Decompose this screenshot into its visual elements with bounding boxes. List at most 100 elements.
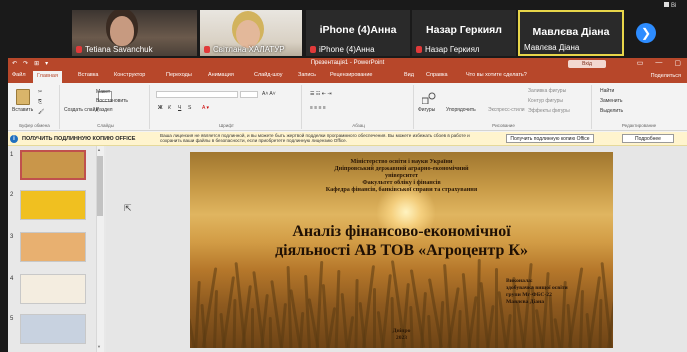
group-font: A˄ A˅ Ж К Ч S A ▾ Шрифт [152, 85, 302, 129]
tab-help[interactable]: Справка [426, 72, 448, 78]
font-name-combobox[interactable] [156, 91, 238, 98]
tab-insert[interactable]: Вставка [78, 72, 98, 78]
participant-display-name: Назар Геркиял [426, 24, 502, 36]
ribbon-home: Вставить ✂ ⎘ 🖌 Буфер обмена Создать слай… [8, 83, 687, 131]
slide-title: Аналіз фінансово-економічної діяльності … [275, 223, 528, 259]
title-bar: ↶ ↷ ⊞ ▾ Презентація1 - PowerPoint Вхід ▭… [8, 58, 687, 70]
group-slides: Создать слайд Макет Восстановить Раздел … [62, 85, 150, 129]
thumbnail-number: 4 [10, 276, 14, 282]
thumbnail-number: 5 [10, 316, 14, 322]
participant-tile-video[interactable]: Tetiana Savanchuk [72, 10, 197, 56]
participant-tile-active-speaker[interactable]: Мавлєва Діана Мавлєва Діана [518, 10, 624, 56]
screen: Tetiana Savanchuk Світлана ХАЛАТУР iPhon… [0, 0, 687, 352]
group-drawing: Фигуры Упорядочить Экспресс-стили Заливк… [416, 85, 592, 129]
shapes-icon[interactable] [421, 91, 436, 105]
replace-button[interactable]: Заменить [600, 98, 622, 104]
copy-icon[interactable]: ⎘ [38, 99, 42, 105]
shapes-button[interactable]: Фигуры [418, 107, 435, 113]
group-label: Редактирование [621, 123, 657, 128]
participant-display-name: Мавлєва Діана [532, 26, 610, 38]
license-warning-bar: i ПОЛУЧИТЬ ПОДЛИННУЮ КОПИЮ OFFICE Ваша л… [8, 132, 687, 146]
tell-me-search[interactable]: Что вы хотите сделать? [466, 72, 527, 78]
sign-in-button[interactable]: Вхід [568, 60, 606, 68]
bold-button[interactable]: Ж [158, 105, 163, 111]
share-button[interactable]: Поделиться [651, 73, 681, 79]
warning-message: Ваша лицензия не является подлинной, и в… [160, 133, 470, 144]
align-icon[interactable]: ≡ ≡ ≡ ≡ [310, 105, 326, 111]
tab-home[interactable]: Главная [33, 71, 62, 83]
group-label: Шрифт [219, 123, 234, 128]
slide-thumbnail[interactable] [20, 190, 86, 220]
participant-name: Світлана ХАЛАТУР [213, 45, 285, 54]
italic-button[interactable]: К [168, 105, 171, 111]
font-size-combobox[interactable] [240, 91, 258, 98]
group-label: Буфер обмена [19, 123, 50, 128]
slide-thumbnail[interactable] [20, 314, 86, 344]
thumbnail-number: 3 [10, 234, 14, 240]
info-icon: i [10, 135, 18, 143]
next-participants-button[interactable]: ❯ [636, 23, 656, 43]
participant-tile[interactable]: iPhone (4)Анна iPhone (4)Анна [306, 10, 410, 56]
paste-icon[interactable] [16, 89, 30, 105]
quick-styles-button[interactable]: Экспресс-стили [488, 107, 525, 113]
format-painter-icon[interactable]: 🖌 [38, 109, 44, 115]
current-slide[interactable]: Міністерство освіти і науки України Дніп… [190, 152, 613, 348]
muted-mic-icon [76, 46, 82, 53]
tab-record[interactable]: Запись [298, 72, 316, 78]
shape-outline-button[interactable]: Контур фигуры [528, 98, 563, 104]
arrange-button[interactable]: Упорядочить [446, 107, 476, 113]
tab-animations[interactable]: Анимация [208, 72, 234, 78]
get-genuine-office-button[interactable]: Получить подлинную копию Office [506, 134, 594, 143]
muted-mic-icon [416, 46, 422, 53]
scrollbar-thumb[interactable] [97, 156, 103, 216]
participant-video [110, 16, 134, 46]
tab-view[interactable]: Вид [404, 72, 414, 78]
warning-title: ПОЛУЧИТЬ ПОДЛИННУЮ КОПИЮ OFFICE [22, 136, 136, 142]
group-editing: Найти Заменить Выделить Редактирование [594, 85, 684, 129]
layout-button[interactable]: Макет [96, 89, 110, 95]
participant-display-name: iPhone (4)Анна [319, 24, 397, 36]
participant-name: Tetiana Savanchuk [85, 45, 153, 54]
section-button[interactable]: Раздел [96, 107, 113, 113]
muted-mic-icon [204, 46, 210, 53]
maximize-icon[interactable]: ▢ [674, 59, 681, 67]
shape-fill-button[interactable]: Заливка фигуры [528, 88, 566, 94]
participant-tile[interactable]: Назар Геркиял Назар Геркиял [412, 10, 516, 56]
slide-thumbnail[interactable] [20, 150, 86, 180]
strikethrough-button[interactable]: S [188, 105, 191, 111]
tab-slideshow[interactable]: Слайд-шоу [254, 72, 283, 78]
window-controls: ▭ — ▢ [637, 59, 681, 67]
mouse-cursor-icon: ⇱ [124, 203, 132, 213]
participant-name: iPhone (4)Анна [319, 45, 375, 54]
select-button[interactable]: Выделить [600, 108, 623, 114]
bullets-icon[interactable]: ☰ ☷ ⇤ ⇥ [310, 91, 332, 97]
font-color-icon[interactable]: A ▾ [202, 105, 209, 111]
reset-button[interactable]: Восстановить [96, 98, 128, 104]
new-slide-button[interactable]: Создать слайд [64, 107, 98, 113]
participant-video [236, 20, 260, 48]
paste-button[interactable]: Вставить [12, 107, 33, 113]
shape-effects-button[interactable]: Эффекты фигуры [528, 108, 570, 114]
find-button[interactable]: Найти [600, 88, 614, 94]
tab-design[interactable]: Конструктор [114, 72, 145, 78]
learn-more-button[interactable]: Подробнее [622, 134, 674, 143]
scroll-up-icon[interactable]: ▲ [97, 147, 101, 152]
group-label: Слайды [97, 123, 114, 128]
scroll-down-icon[interactable]: ▼ [97, 344, 101, 349]
slide-thumbnail[interactable] [20, 232, 86, 262]
participant-tile-video[interactable]: Світлана ХАЛАТУР [200, 10, 302, 56]
ribbon-tabs: Файл Главная Вставка Конструктор Переход… [8, 70, 687, 83]
tab-file[interactable]: Файл [12, 72, 26, 78]
underline-button[interactable]: Ч [178, 105, 181, 111]
cut-icon[interactable]: ✂ [38, 89, 42, 95]
grow-font-icon[interactable]: A˄ A˅ [262, 91, 276, 97]
minimize-icon[interactable]: — [655, 59, 662, 67]
view-control[interactable]: Ві [664, 2, 676, 9]
tab-review[interactable]: Рецензирование [330, 72, 372, 78]
tab-transitions[interactable]: Переходы [166, 72, 192, 78]
slide-thumbnail[interactable] [20, 274, 86, 304]
ribbon-display-icon[interactable]: ▭ [637, 59, 644, 67]
chevron-right-icon: ❯ [640, 26, 652, 40]
participant-name: Мавлєва Діана [524, 43, 580, 52]
group-clipboard: Вставить ✂ ⎘ 🖌 Буфер обмена [10, 85, 60, 129]
